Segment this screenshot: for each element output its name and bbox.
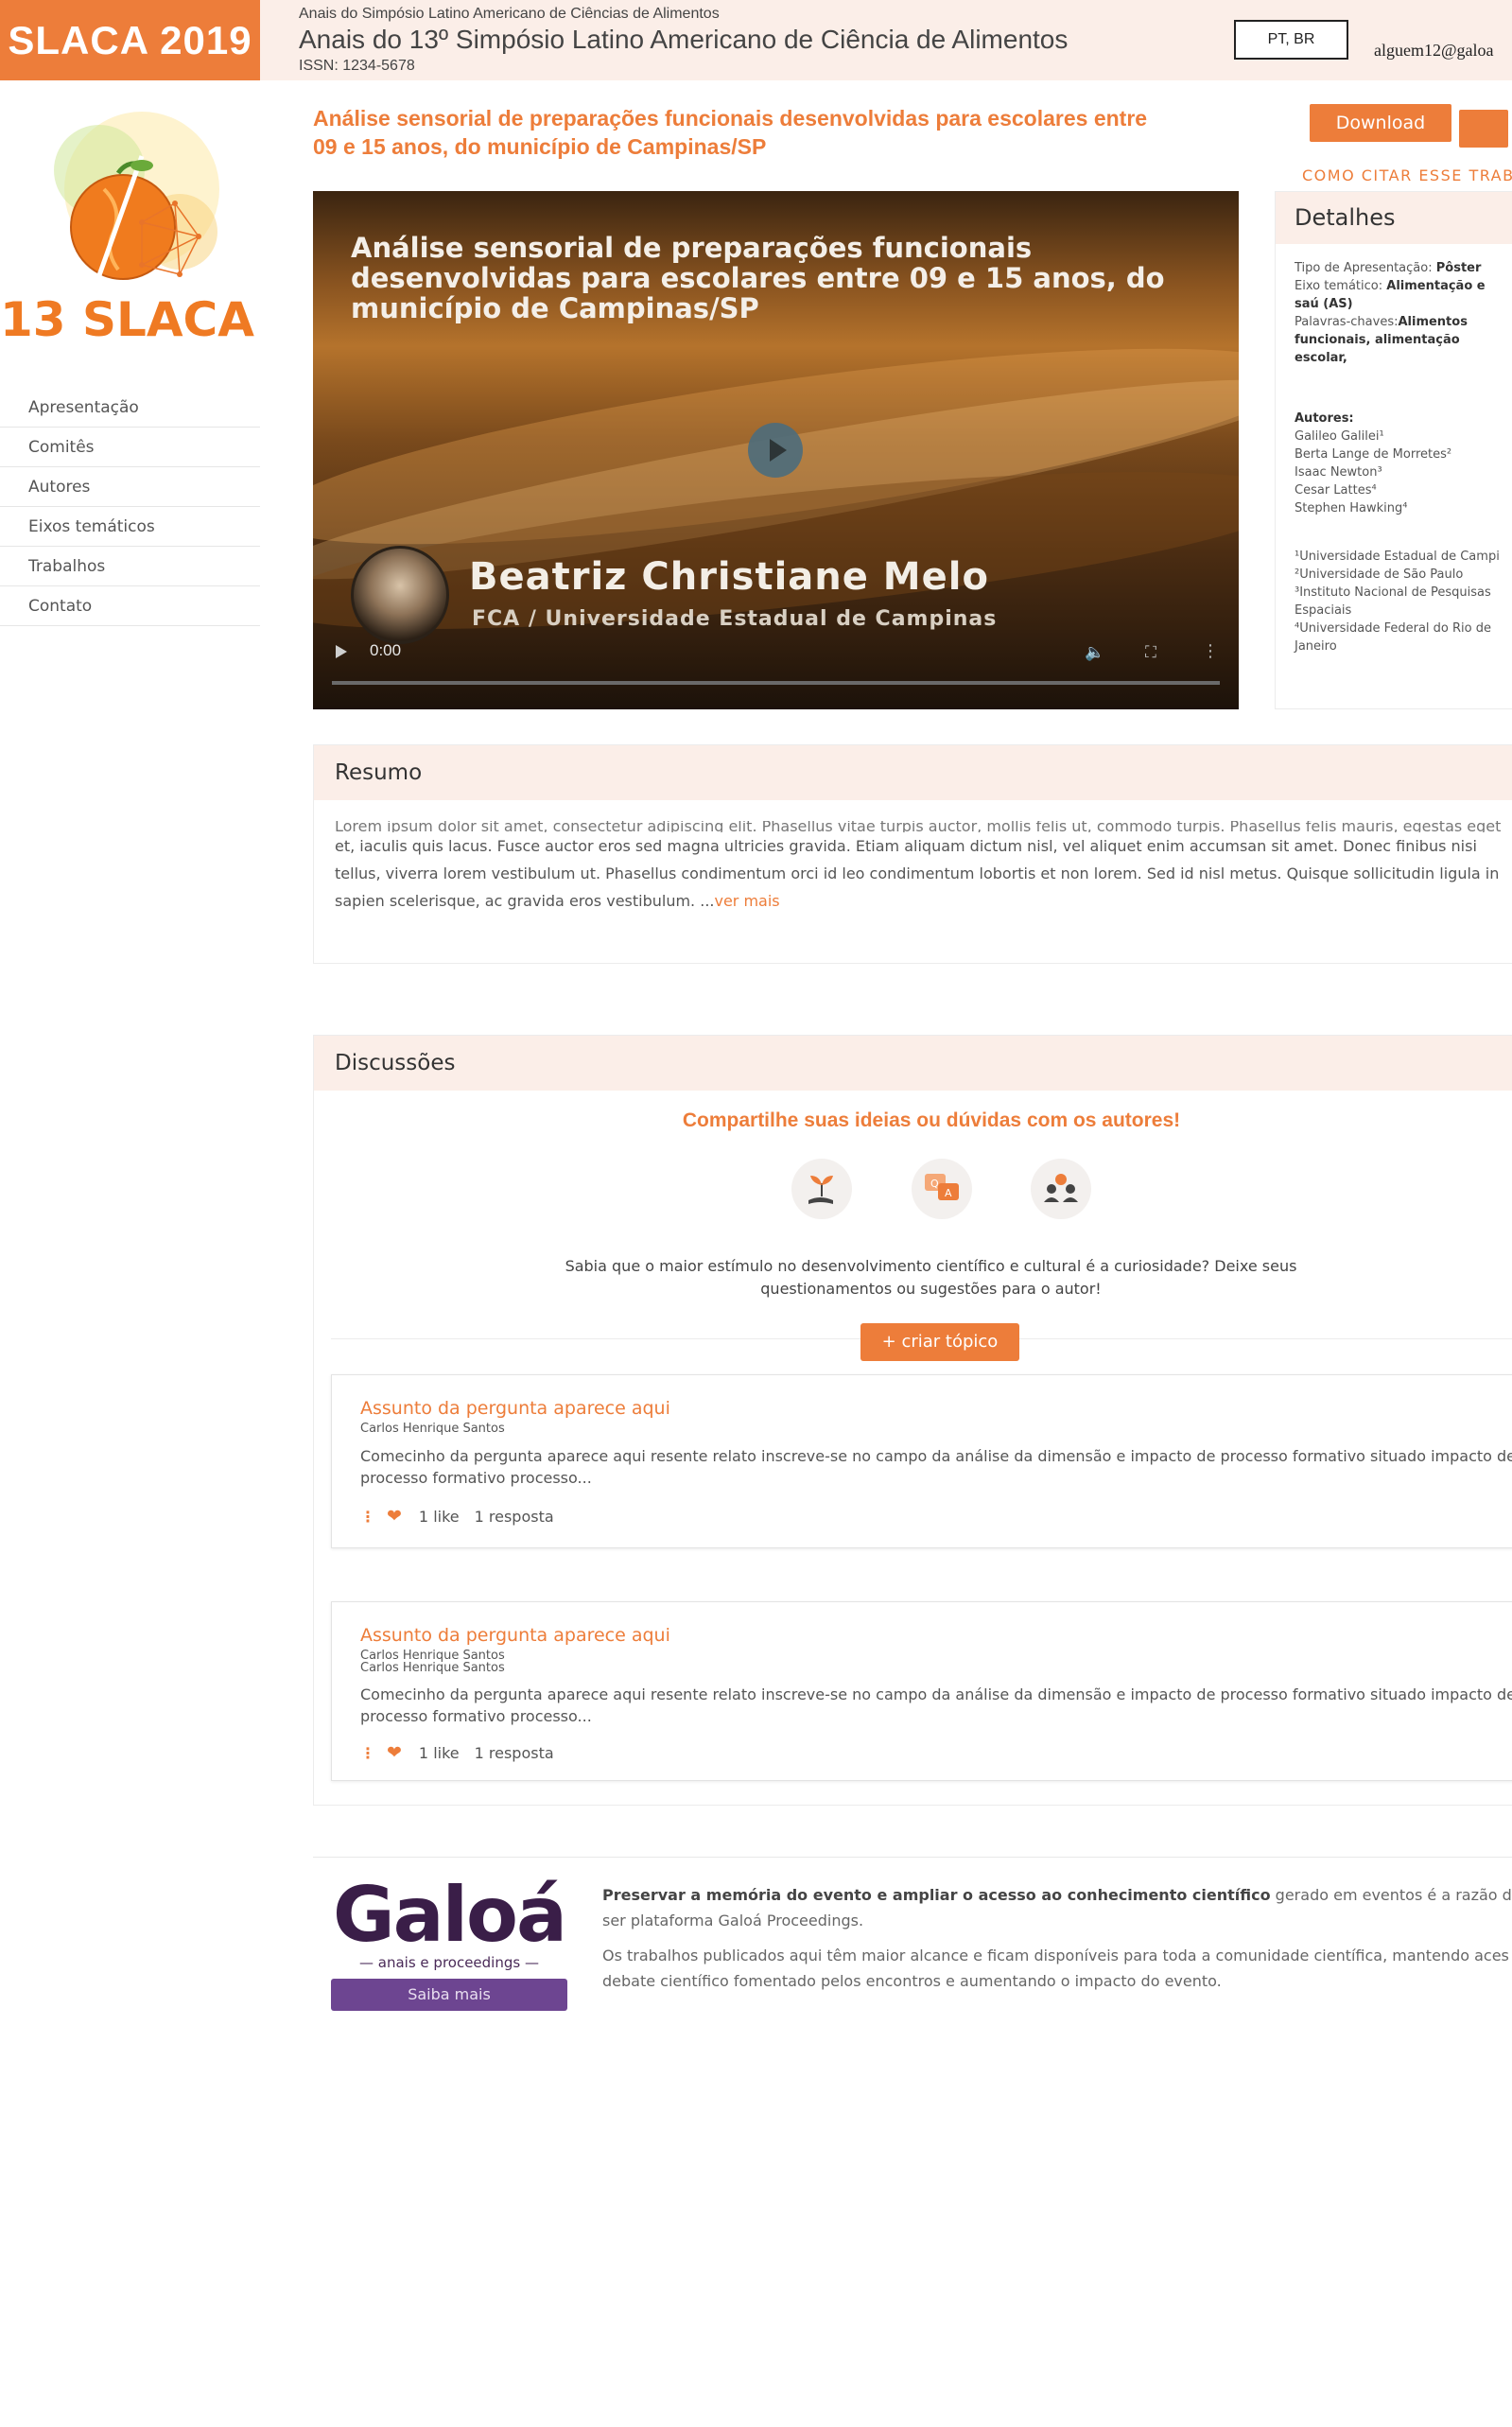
fullscreen-icon[interactable]: ⛶: [1145, 643, 1156, 662]
topic-body: Comecinho da pergunta aparece aqui resen…: [360, 1685, 1512, 1725]
galoa-logo: Galoá — anais e proceedings — Saiba mais: [331, 1873, 567, 2011]
saiba-mais-button[interactable]: Saiba mais: [331, 1979, 567, 2011]
brand-logo[interactable]: SLACA 2019: [0, 0, 260, 80]
create-topic-button[interactable]: + criar tópico: [860, 1323, 1019, 1361]
top-header: SLACA 2019 Anais do Simpósio Latino Amer…: [0, 0, 1512, 80]
svg-text:Q: Q: [930, 1178, 939, 1190]
speaker-name: Beatriz Christiane Melo: [469, 555, 989, 599]
affiliation-item: ⁴Universidade Federal do Rio de Janeiro: [1295, 621, 1491, 654]
play-icon[interactable]: [748, 423, 803, 478]
speaker-avatar: [351, 546, 449, 644]
video-time: 0:00: [370, 641, 402, 659]
galoa-tagline: — anais e proceedings —: [359, 1954, 539, 1971]
sidebar-item-trabalhos[interactable]: Trabalhos: [0, 547, 260, 586]
affiliation-item: ¹Universidade Estadual de Campi: [1295, 550, 1500, 564]
control-play-icon[interactable]: [336, 645, 347, 658]
author-item[interactable]: Berta Lange de Morretes²: [1295, 445, 1501, 463]
people-icon: [1031, 1159, 1091, 1219]
plant-hand-icon: [791, 1159, 852, 1219]
details-heading: Detalhes: [1276, 192, 1512, 244]
discussoes-text: Sabia que o maior estímulo no desenvolvi…: [565, 1257, 1297, 1298]
user-email[interactable]: alguem12@galoa: [1374, 41, 1494, 61]
logo-text: 13 SLACA: [0, 292, 254, 347]
header-issn: ISSN: 1234-5678: [299, 58, 415, 74]
details-panel: Detalhes Tipo de Apresentação: Pôster Ei…: [1275, 191, 1512, 709]
footer-bold-text: Preservar a memória do evento e ampliar …: [602, 1886, 1271, 1904]
paper-title: Análise sensorial de preparações funcion…: [313, 106, 1148, 159]
discussoes-heading: Discussões: [314, 1036, 1512, 1091]
discussoes-panel: Discussões Compartilhe suas ideias ou dú…: [313, 1035, 1512, 1806]
event-logo[interactable]: 13 SLACA: [0, 99, 260, 364]
reply-count[interactable]: 1 resposta: [475, 1744, 554, 1762]
topic-author: Carlos Henrique Santos: [360, 1661, 505, 1675]
affiliation-item: ²Universidade de São Paulo: [1295, 567, 1464, 582]
sidebar-item-comites[interactable]: Comitês: [0, 428, 260, 467]
volume-icon[interactable]: 🔈: [1085, 643, 1104, 662]
speaker-affiliation: FCA / Universidade Estadual de Campinas: [472, 607, 998, 631]
sidebar-item-apresentacao[interactable]: Apresentação: [0, 388, 260, 428]
topic-menu-icon[interactable]: ⋮: [360, 1508, 375, 1526]
heart-icon[interactable]: ❤: [387, 1742, 402, 1763]
author-item[interactable]: Galileo Galilei¹: [1295, 428, 1501, 445]
resumo-text: et, iaculis quis lacus. Fusce auctor ero…: [335, 837, 1500, 910]
topic-footer: ⋮ ❤ 1 like 1 resposta: [360, 1742, 554, 1763]
keywords-label: Palavras-chaves:: [1295, 315, 1399, 329]
topic-body: Comecinho da pergunta aparece aqui resen…: [360, 1447, 1512, 1487]
topic-title[interactable]: Assunto da pergunta aparece aqui: [360, 1398, 670, 1419]
footer-text: Preservar a memória do evento e ampliar …: [602, 1882, 1512, 2003]
topic-title[interactable]: Assunto da pergunta aparece aqui: [360, 1625, 670, 1646]
galoa-wordmark: Galoá: [332, 1871, 567, 1959]
topic-author: Carlos Henrique Santos: [360, 1422, 505, 1436]
share-button[interactable]: [1459, 110, 1508, 148]
resumo-panel: Resumo Lorem ipsum dolor sit amet, conse…: [313, 744, 1512, 964]
cite-link[interactable]: COMO CITAR ESSE TRAB: [1302, 166, 1512, 184]
qa-bubbles-icon: Q A: [912, 1159, 972, 1219]
like-count: 1 like: [418, 1744, 460, 1762]
header-supertitle: Anais do Simpósio Latino Americano de Ci…: [299, 6, 720, 22]
video-progress-bar[interactable]: [332, 681, 1220, 685]
footer-divider: [313, 1857, 1512, 1858]
topic-card[interactable]: Assunto da pergunta aparece aqui Carlos …: [331, 1601, 1512, 1781]
sidebar-item-autores[interactable]: Autores: [0, 467, 260, 507]
resumo-heading: Resumo: [314, 745, 1512, 800]
download-button[interactable]: Download: [1310, 104, 1451, 142]
affiliation-item: ³Instituto Nacional de Pesquisas Espacia…: [1295, 585, 1491, 618]
authors-label: Autores:: [1295, 411, 1354, 426]
topic-menu-icon[interactable]: ⋮: [360, 1744, 375, 1762]
author-item[interactable]: Isaac Newton³: [1295, 463, 1501, 481]
sidebar-menu: Apresentação Comitês Autores Eixos temát…: [0, 388, 260, 626]
author-item[interactable]: Cesar Lattes⁴: [1295, 481, 1501, 499]
resumo-faded-line: Lorem ipsum dolor sit amet, consectetur …: [335, 821, 1502, 832]
author-item[interactable]: Stephen Hawking⁴: [1295, 499, 1501, 517]
topic-card[interactable]: Assunto da pergunta aparece aqui Carlos …: [331, 1374, 1512, 1548]
like-count: 1 like: [418, 1508, 460, 1526]
heart-icon[interactable]: ❤: [387, 1506, 402, 1527]
more-options-icon[interactable]: ⋮: [1202, 641, 1219, 661]
sidebar-item-contato[interactable]: Contato: [0, 586, 260, 626]
reply-count[interactable]: 1 resposta: [475, 1508, 554, 1526]
discussoes-cta: Compartilhe suas ideias ou dúvidas com o…: [682, 1109, 1181, 1131]
orange-globe-icon: 13 SLACA: [0, 112, 254, 347]
ver-mais-link[interactable]: ver mais: [714, 892, 779, 910]
type-label: Tipo de Apresentação:: [1295, 261, 1433, 275]
header-title: Anais do 13º Simpósio Latino Americano d…: [299, 25, 1069, 54]
footer-text-2: Os trabalhos publicados aqui têm maior a…: [602, 1947, 1509, 1990]
video-player[interactable]: Análise sensorial de preparações funcion…: [313, 191, 1239, 709]
sidebar-item-eixos[interactable]: Eixos temáticos: [0, 507, 260, 547]
axis-label: Eixo temático:: [1295, 279, 1383, 293]
video-title: Análise sensorial de preparações funcion…: [351, 232, 1165, 324]
type-value: Pôster: [1435, 261, 1482, 275]
topic-footer: ⋮ ❤ 1 like 1 resposta: [360, 1506, 554, 1527]
svg-text:A: A: [945, 1187, 952, 1199]
language-selector[interactable]: PT, BR: [1234, 20, 1348, 60]
